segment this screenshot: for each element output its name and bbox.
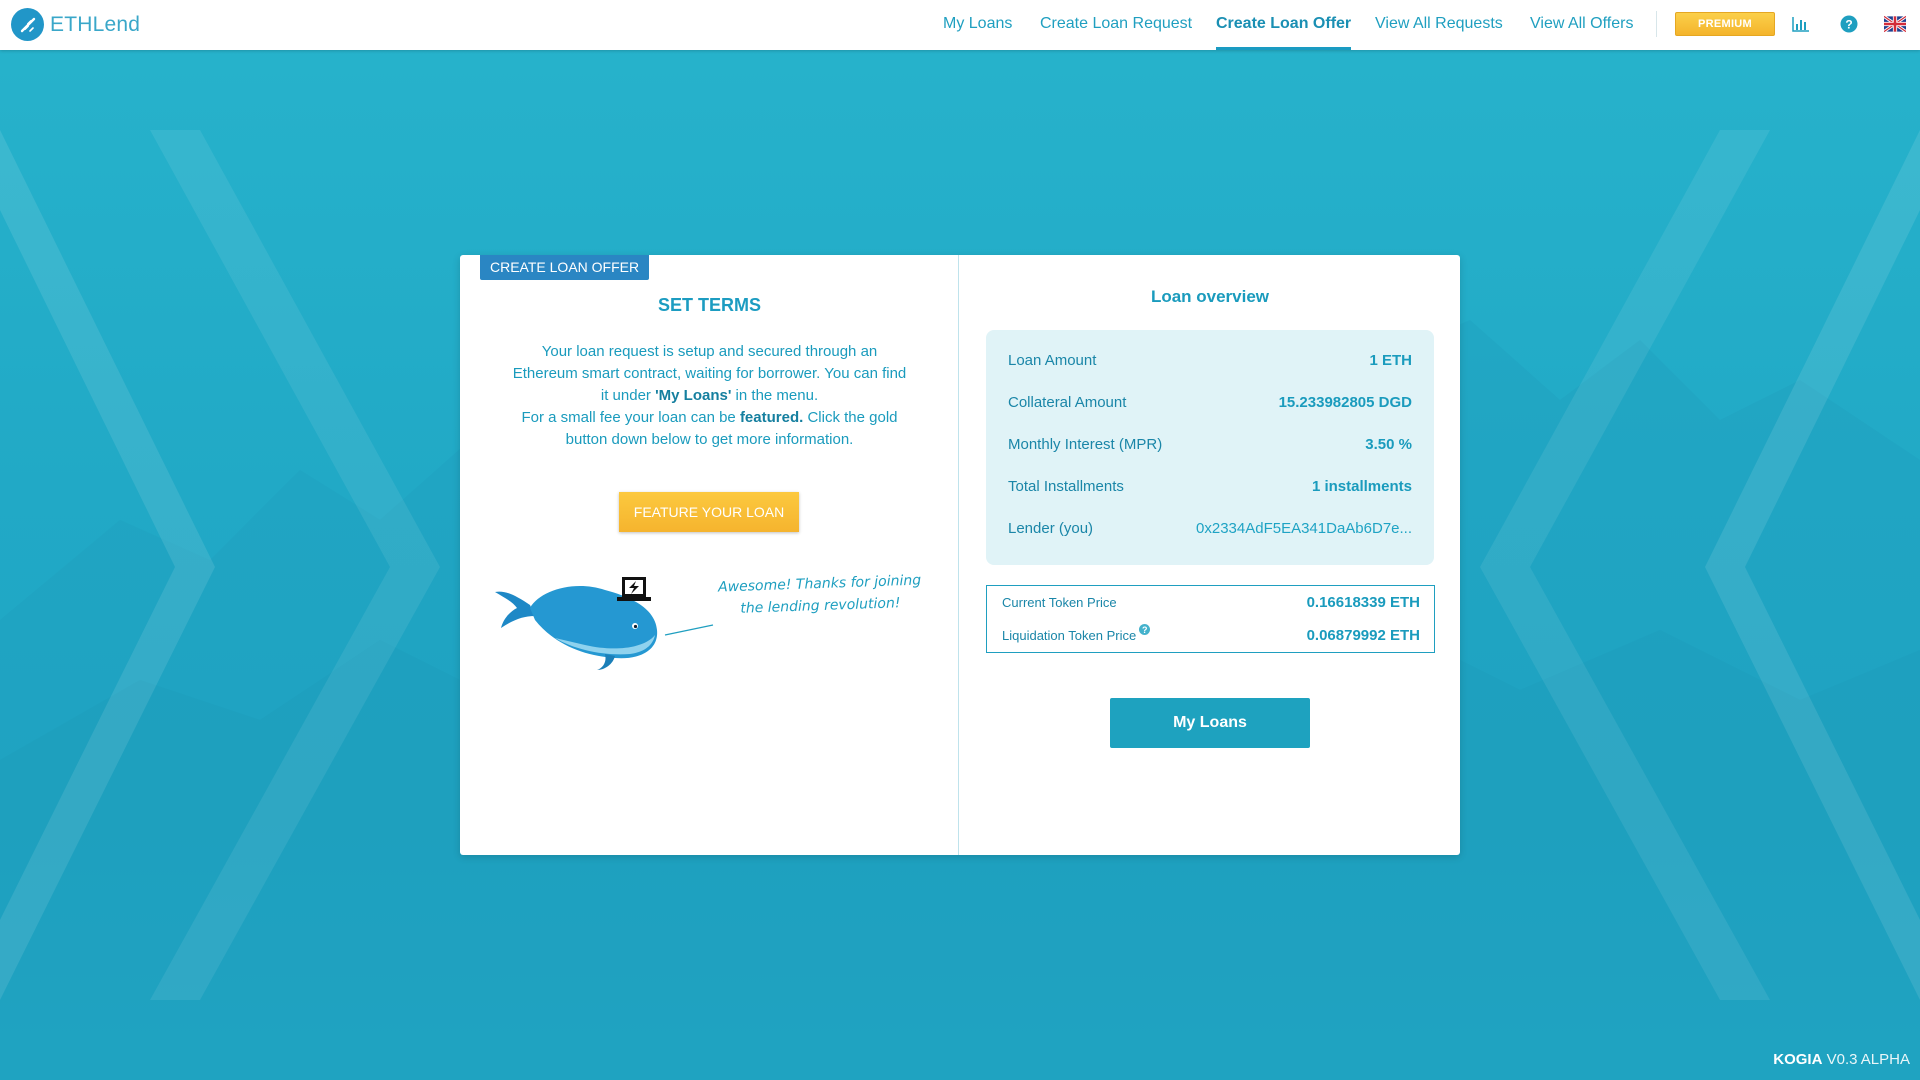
monthly-interest-value: 3.50 %: [1365, 436, 1412, 453]
lender-label: Lender (you): [1008, 520, 1094, 537]
overview-row: Collateral Amount 15.233982805 DGD: [1008, 394, 1412, 416]
create-loan-offer-tag: CREATE LOAN OFFER: [480, 255, 650, 280]
nav-view-all-offers[interactable]: View All Offers: [1530, 0, 1633, 50]
stats-icon[interactable]: [1790, 13, 1812, 35]
current-token-price-value: 0.16618339 ETH: [1306, 594, 1420, 611]
setup-info-text: Your loan request is setup and secured t…: [510, 341, 909, 407]
my-loans-reference: 'My Loans': [655, 387, 732, 404]
feature-info-text: For a small fee your loan can be feature…: [510, 407, 909, 451]
current-token-price-label: Current Token Price: [1002, 595, 1117, 610]
svg-text:?: ?: [1845, 18, 1852, 32]
total-installments-value: 1 installments: [1311, 478, 1412, 495]
overview-row: Lender (you) 0x2334AdF5EA341DaAb6D7e...: [1008, 520, 1412, 542]
set-terms-heading: SET TERMS: [657, 295, 761, 315]
loan-offer-card: CREATE LOAN OFFER SET TERMS Your loan re…: [460, 255, 1460, 855]
footer-version: V0.3 ALPHA: [1826, 1051, 1910, 1068]
liquidation-token-price-value: 0.06879992 ETH: [1306, 627, 1420, 644]
liquidation-token-price-row: Liquidation Token Price? 0.06879992 ETH: [1002, 624, 1420, 648]
whale-illustration: [495, 550, 715, 675]
token-price-box: Current Token Price 0.16618339 ETH Liqui…: [986, 585, 1435, 653]
nav-create-loan-request[interactable]: Create Loan Request: [1040, 0, 1192, 50]
whale-speech-text: Awesome! Thanks for joining the lending …: [717, 572, 922, 617]
overview-row: Total Installments 1 installments: [1008, 478, 1412, 500]
feature-info-text-a: For a small fee your loan can be: [521, 409, 740, 426]
loan-amount-value: 1 ETH: [1369, 352, 1412, 369]
current-token-price-row: Current Token Price 0.16618339 ETH: [1002, 594, 1420, 615]
monthly-interest-label: Monthly Interest (MPR): [1008, 436, 1163, 453]
main-nav: My Loans Create Loan Request Create Loan…: [0, 0, 1920, 50]
nav-view-all-requests[interactable]: View All Requests: [1375, 0, 1503, 50]
set-terms-panel: CREATE LOAN OFFER SET TERMS Your loan re…: [460, 255, 959, 855]
loan-overview-panel: Loan overview Loan Amount 1 ETH Collater…: [960, 255, 1460, 855]
total-installments-label: Total Installments: [1008, 478, 1124, 495]
lender-address-value[interactable]: 0x2334AdF5EA341DaAb6D7e...: [1172, 520, 1412, 537]
premium-button[interactable]: PREMIUM: [1675, 12, 1775, 36]
liquidation-token-price-text: Liquidation Token Price: [1002, 628, 1137, 643]
loan-overview-title: Loan overview: [1150, 287, 1270, 306]
footer-brand: KOGIA: [1773, 1051, 1823, 1068]
nav-create-loan-offer[interactable]: Create Loan Offer: [1216, 0, 1352, 50]
my-loans-button[interactable]: My Loans: [1110, 698, 1310, 748]
help-icon[interactable]: ?: [1139, 624, 1151, 635]
setup-info-text-c: in the menu.: [731, 387, 819, 404]
liquidation-token-price-label: Liquidation Token Price?: [1002, 624, 1151, 643]
uk-flag-icon[interactable]: [1884, 13, 1906, 35]
collateral-amount-label: Collateral Amount: [1008, 394, 1127, 411]
collateral-amount-value: 15.233982805 DGD: [1278, 394, 1412, 411]
nav-divider: [1656, 11, 1657, 37]
top-navbar: ETHLend My Loans Create Loan Request Cre…: [0, 0, 1920, 50]
loan-overview-box: Loan Amount 1 ETH Collateral Amount 15.2…: [986, 330, 1434, 565]
feature-your-loan-button[interactable]: FEATURE YOUR LOAN: [619, 492, 799, 532]
loan-amount-label: Loan Amount: [1008, 352, 1097, 369]
overview-row: Loan Amount 1 ETH: [1008, 352, 1412, 374]
help-icon[interactable]: ?: [1838, 13, 1860, 35]
overview-row: Monthly Interest (MPR) 3.50 %: [1008, 436, 1412, 458]
featured-word: featured.: [739, 409, 804, 426]
nav-my-loans[interactable]: My Loans: [943, 0, 1012, 50]
version-label: KOGIA V0.3 ALPHA: [1773, 1051, 1910, 1068]
